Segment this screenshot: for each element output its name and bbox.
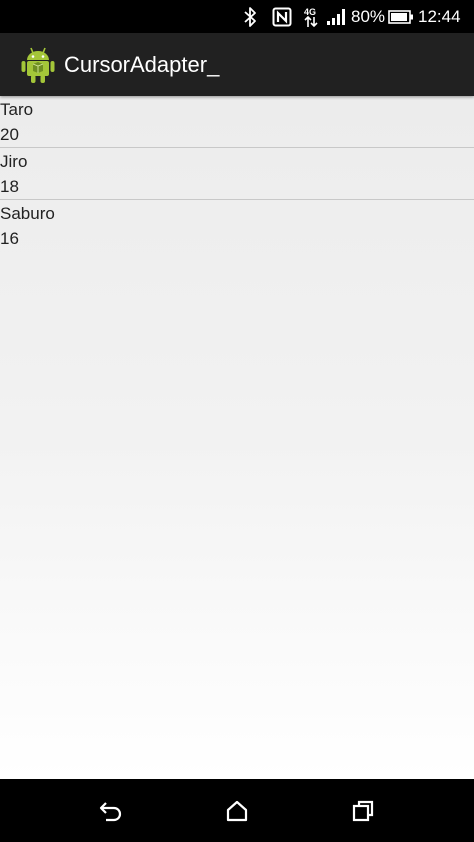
nfc-icon [271, 6, 293, 28]
home-icon[interactable] [224, 798, 250, 824]
item-name: Taro [0, 100, 34, 119]
signal-icon [325, 6, 347, 28]
bluetooth-icon [241, 6, 259, 28]
clock: 12:44 [418, 7, 461, 26]
list-item[interactable]: Saburo 16 [0, 200, 474, 251]
item-name: Saburo [0, 204, 55, 223]
svg-text:4G: 4G [304, 7, 316, 17]
phone-screen: 4G 80% 12:44 CursorAdapter_ Taro 20 Jiro… [0, 0, 474, 842]
item-age: 20 [0, 125, 19, 144]
android-icon [20, 45, 56, 85]
item-name: Jiro [0, 152, 28, 171]
battery-icon [388, 6, 414, 28]
4g-data-icon: 4G [302, 6, 320, 28]
recents-icon[interactable] [350, 798, 376, 824]
back-icon[interactable] [98, 798, 124, 824]
list-item[interactable]: Taro 20 [0, 96, 474, 148]
action-bar: CursorAdapter_ [0, 33, 474, 96]
status-bar: 4G 80% 12:44 [0, 0, 474, 33]
battery-percent: 80% [351, 7, 386, 26]
app-title: CursorAdapter_ [64, 52, 220, 77]
list-item[interactable]: Jiro 18 [0, 148, 474, 200]
item-age: 16 [0, 229, 19, 248]
navigation-bar [0, 779, 474, 842]
item-age: 18 [0, 177, 19, 196]
list-view[interactable]: Taro 20 Jiro 18 Saburo 16 [0, 96, 474, 779]
